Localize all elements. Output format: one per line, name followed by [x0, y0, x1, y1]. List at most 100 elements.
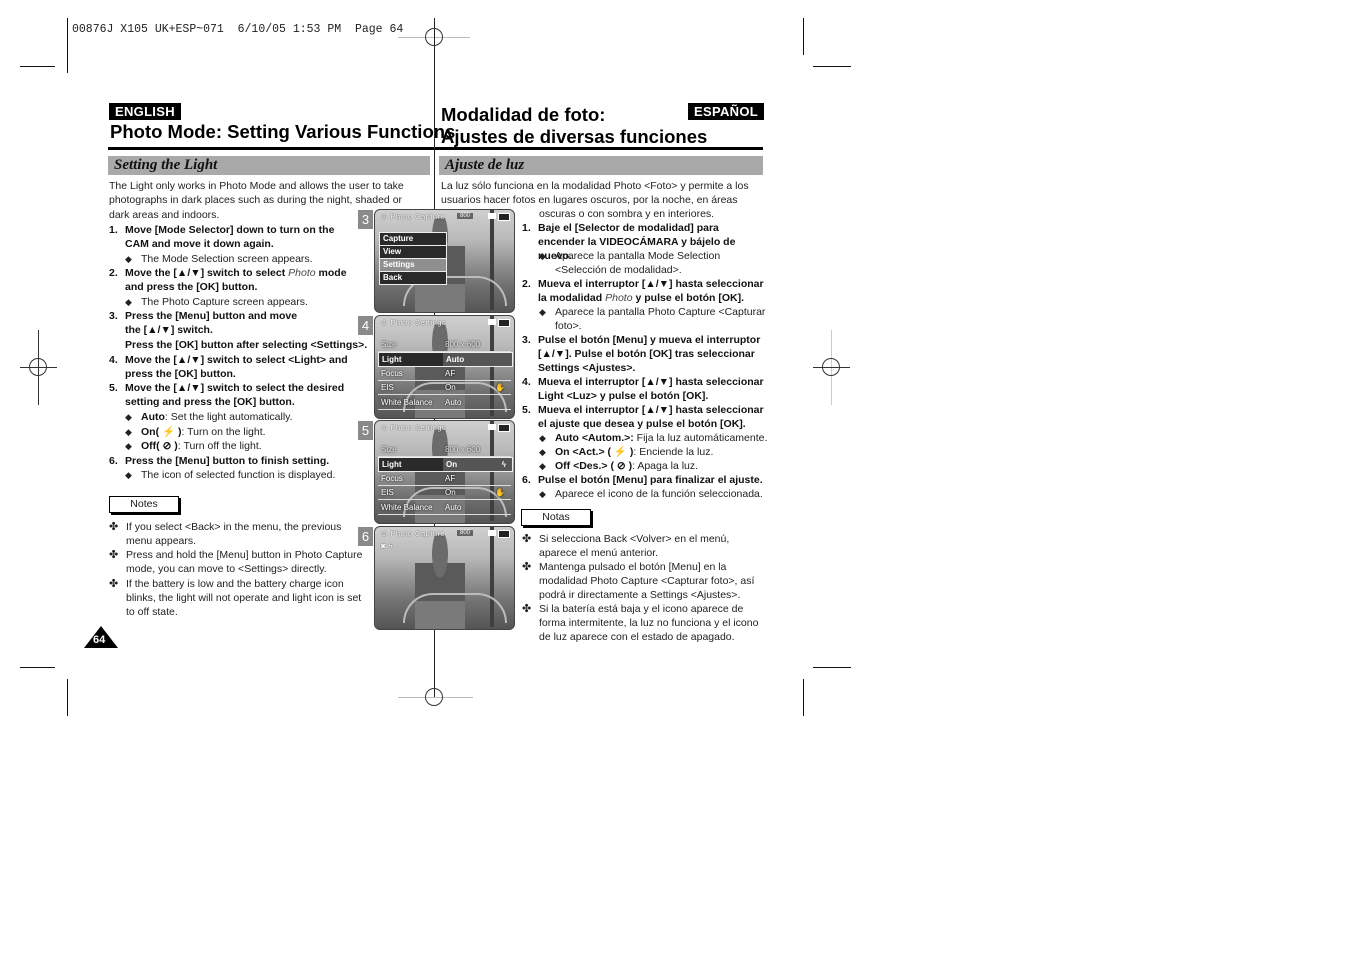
settings-row-white-balance[interactable]: White Balance Auto — [378, 501, 511, 515]
crop-mark — [67, 18, 68, 73]
diamond-bullet-icon: ◆ — [539, 489, 546, 499]
spanish-step-6-note: ◆ Aparece el icono de la función selecci… — [539, 488, 763, 500]
spanish-note-1: ✤ Si selecciona Back <Volver> en el menú… — [522, 533, 730, 560]
diamond-bullet-icon: ◆ — [539, 461, 546, 471]
hand-icon: ✋ — [495, 383, 505, 392]
spanish-step-1-note: ◆ Aparece la pantalla Mode Selection <Se… — [539, 250, 721, 277]
diamond-bullet-icon: ◆ — [539, 251, 546, 261]
english-step-5: 5. Move the [▲/▼] switch to select the d… — [109, 382, 345, 409]
card-icon — [488, 213, 496, 219]
english-option-on: ◆ On( ⚡ ): Turn on the light. — [125, 426, 266, 438]
settings-row-eis[interactable]: EIS On ✋ — [378, 486, 511, 500]
screen-6-photo-capture: ⊙ Photo Capture 800 ◙ ϟ — [374, 526, 515, 630]
settings-row-focus[interactable]: Focus AF — [378, 367, 511, 381]
status-icons: ◙ ϟ — [381, 541, 394, 550]
english-step-2-note: ◆ The Photo Capture screen appears. — [125, 296, 308, 308]
crop-mark — [813, 66, 851, 67]
clover-bullet-icon: ✤ — [522, 561, 532, 573]
camera-icon: ⊙ Photo Settings — [381, 423, 447, 432]
diamond-bullet-icon: ◆ — [125, 254, 132, 264]
title-rule — [108, 147, 434, 150]
spanish-title-line1: Modalidad de foto: — [441, 104, 606, 125]
title-rule — [435, 147, 763, 150]
clover-bullet-icon: ✤ — [522, 603, 532, 615]
hand-icon: ✋ — [495, 488, 505, 497]
crop-mark — [20, 667, 55, 668]
clover-bullet-icon: ✤ — [109, 578, 119, 590]
battery-icon — [498, 319, 510, 327]
settings-row-size[interactable]: Size 800 x 600 — [378, 338, 511, 352]
spanish-section-heading: Ajuste de luz — [439, 156, 763, 175]
english-step-6-note: ◆ The icon of selected function is displ… — [125, 469, 336, 481]
english-note-2: ✤ Press and hold the [Menu] button in Ph… — [109, 549, 363, 576]
registration-circle — [425, 28, 443, 46]
screen-4-title: Photo Settings — [390, 318, 447, 327]
camera-icon: ⊙ Photo Capture — [381, 212, 446, 221]
card-icon — [488, 424, 496, 430]
english-step-6: 6. Press the [Menu] button to finish set… — [109, 455, 330, 467]
screen-3-photo-capture-menu: ⊙ Photo Capture 800 Capture View Setting… — [374, 209, 515, 313]
settings-row-light[interactable]: Light On ϟ — [378, 457, 513, 472]
registration-circle — [425, 688, 443, 706]
crop-mark — [803, 679, 804, 716]
page-number: 64 — [93, 634, 106, 646]
menu-item-view[interactable]: View — [380, 246, 446, 259]
spanish-note-3: ✤ Si la batería está baja y el icono apa… — [522, 603, 759, 644]
spanish-step-2-note: ◆ Aparece la pantalla Photo Capture <Cap… — [539, 306, 766, 333]
settings-row-size[interactable]: Size 800 x 600 — [378, 443, 511, 457]
spanish-title-line2: Ajustes de diversas funciones — [441, 126, 708, 147]
battery-icon — [498, 213, 510, 221]
settings-row-focus[interactable]: Focus AF — [378, 472, 511, 486]
screen-4-number: 4 — [358, 316, 373, 335]
clover-bullet-icon: ✤ — [522, 533, 532, 545]
clover-bullet-icon: ✤ — [109, 521, 119, 533]
english-step-4: 4. Move the [▲/▼] switch to select <Ligh… — [109, 354, 348, 381]
diamond-bullet-icon: ◆ — [125, 441, 132, 451]
english-note-1: ✤ If you select <Back> in the menu, the … — [109, 521, 342, 548]
screen-4-photo-settings: ⊙ Photo Settings Size 800 x 600 Light Auto… — [374, 315, 515, 419]
camera-icon: ⊙ Photo Capture — [381, 529, 446, 538]
diamond-bullet-icon: ◆ — [125, 297, 132, 307]
camera-icon: ⊙ Photo Settings — [381, 318, 447, 327]
english-step-3-cont: Press the [OK] button after selecting <S… — [125, 339, 368, 351]
english-title: Photo Mode: Setting Various Functions — [110, 121, 456, 142]
capture-menu: Capture View Settings Back — [379, 232, 447, 285]
spanish-step-2: 2. Mueva el interruptor [▲/▼] hasta sele… — [522, 278, 764, 305]
resolution-badge: 800 — [457, 530, 474, 536]
diamond-bullet-icon: ◆ — [539, 307, 546, 317]
english-badge: ENGLISH — [109, 103, 181, 120]
menu-item-settings[interactable]: Settings — [380, 259, 446, 272]
screen-5-title: Photo Settings — [390, 423, 447, 432]
english-step-2: 2. Move the [▲/▼] switch to select Photo… — [109, 267, 347, 294]
settings-row-eis[interactable]: EIS On ✋ — [378, 381, 511, 395]
crop-mark — [20, 66, 55, 67]
spanish-intro-cont: oscuras o con sombra y en interiores. — [539, 208, 715, 220]
settings-row-white-balance[interactable]: White Balance Auto — [378, 396, 511, 410]
spanish-intro: La luz sólo funciona en la modalidad Pho… — [441, 180, 749, 207]
screen-6-number: 6 — [358, 527, 373, 546]
english-step-1-note: ◆ The Mode Selection screen appears. — [125, 253, 313, 265]
spanish-step-6: 6. Pulse el botón [Menu] para finalizar … — [522, 474, 763, 486]
spanish-option-auto: ◆ Auto <Autom.>: Fija la luz automáticam… — [539, 432, 768, 444]
english-step-3: 3. Press the [Menu] button and move the … — [109, 310, 298, 337]
spanish-step-4: 4. Mueva el interruptor [▲/▼] hasta sele… — [522, 376, 764, 403]
clover-bullet-icon: ✤ — [109, 549, 119, 561]
settings-row-light[interactable]: Light Auto — [378, 352, 513, 367]
crop-mark — [67, 679, 68, 716]
screen-5-number: 5 — [358, 421, 373, 440]
diamond-bullet-icon: ◆ — [125, 427, 132, 437]
registration-circle — [822, 358, 840, 376]
english-section-heading: Setting the Light — [108, 156, 430, 175]
diamond-bullet-icon: ◆ — [125, 412, 132, 422]
diamond-bullet-icon: ◆ — [125, 470, 132, 480]
spanish-option-off: ◆ Off <Des.> ( ⊘ ): Apaga la luz. — [539, 460, 699, 472]
crop-mark — [803, 18, 804, 55]
resolution-badge: 800 — [457, 213, 474, 219]
screen-3-number: 3 — [358, 210, 373, 229]
battery-icon — [498, 424, 510, 432]
menu-item-capture[interactable]: Capture — [380, 233, 446, 246]
spanish-notes-label: Notas — [521, 509, 591, 526]
english-notes-label: Notes — [109, 496, 179, 513]
menu-item-back[interactable]: Back — [380, 272, 446, 284]
english-option-auto: ◆ Auto: Set the light automatically. — [125, 411, 293, 423]
